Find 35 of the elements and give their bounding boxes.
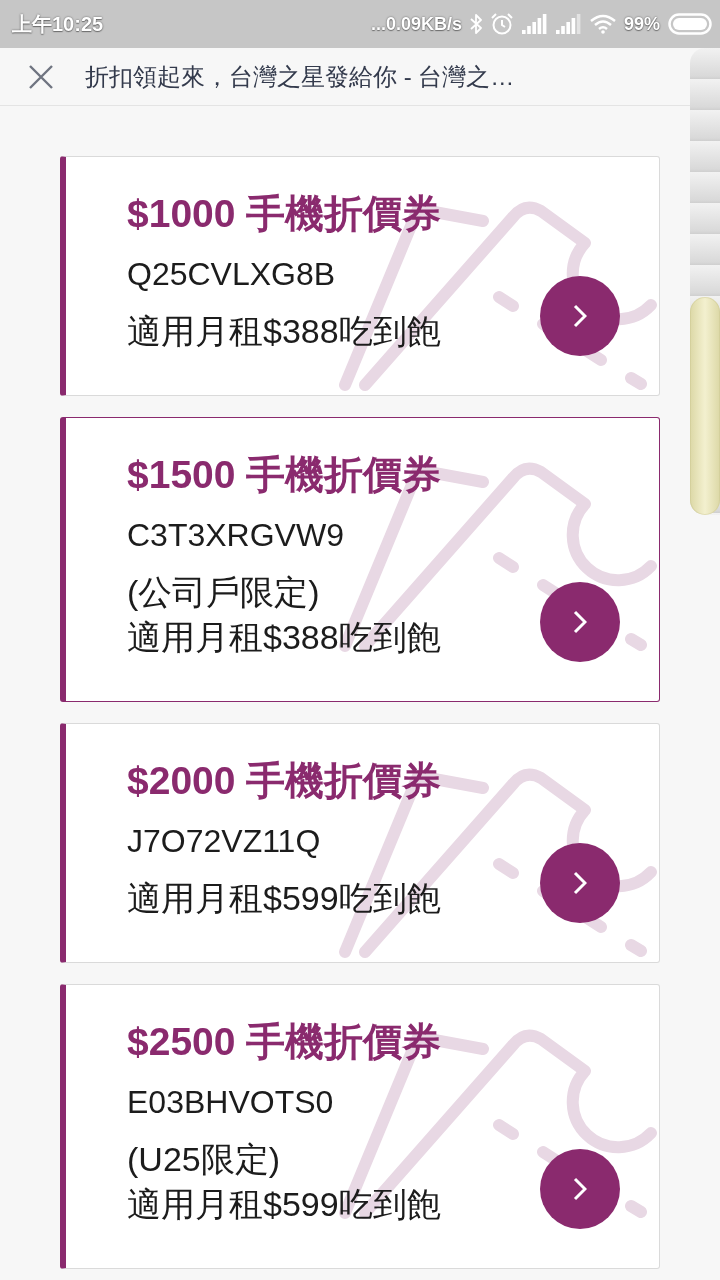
coupon-terms: 適用月租$599吃到飽 (127, 878, 442, 919)
network-speed: ...0.09KB/s (370, 13, 462, 35)
coupon-code: E03BHVOTS0 (127, 1083, 335, 1122)
scrollbar-thumb[interactable] (690, 297, 720, 515)
chevron-right-icon (573, 610, 587, 634)
coupon-terms: (公司戶限定) (127, 572, 321, 613)
coupon-terms: 適用月租$388吃到飽 (127, 617, 442, 658)
status-time: 上午10:25 (12, 11, 104, 37)
close-button[interactable] (28, 63, 54, 90)
chevron-right-icon (573, 871, 587, 895)
chevron-right-icon (573, 304, 587, 328)
coupon-title: $1500 手機折價券 (127, 452, 443, 498)
signal-icon (555, 14, 582, 34)
coupon-code: J7O72VZ11Q (127, 822, 322, 861)
bluetooth-icon (469, 13, 482, 35)
coupon-terms: (U25限定) (127, 1139, 282, 1180)
wifi-icon (589, 14, 616, 34)
coupon-title: $2500 手機折價券 (127, 1019, 443, 1065)
page-title: 折扣領起來，台灣之星發給你 - 台灣之… (85, 61, 515, 92)
coupon-card[interactable]: $2000 手機折價券 J7O72VZ11Q 適用月租$599吃到飽 (60, 723, 660, 963)
alarm-clock-icon (489, 12, 514, 36)
coupon-terms: 適用月租$388吃到飽 (127, 311, 442, 352)
coupon-code: Q25CVLXG8B (127, 255, 337, 294)
close-icon (29, 64, 53, 89)
coupon-card[interactable]: $1500 手機折價券 C3T3XRGVW9 (公司戶限定) 適用月租$388吃到飽 (60, 417, 660, 702)
coupon-title: $2000 手機折價券 (127, 758, 443, 804)
coupon-terms: 適用月租$599吃到飽 (127, 1184, 442, 1225)
signal-icon (521, 14, 548, 34)
battery-icon (668, 13, 712, 35)
coupon-title: $1000 手機折價券 (127, 191, 443, 237)
coupon-card[interactable]: $2500 手機折價券 E03BHVOTS0 (U25限定) 適用月租$599吃到飽 (60, 984, 660, 1269)
battery-percent: 99% (623, 13, 660, 35)
chevron-right-icon (573, 1177, 587, 1201)
coupon-card[interactable]: $1000 手機折價券 Q25CVLXG8B 適用月租$388吃到飽 (60, 156, 660, 396)
coupon-code: C3T3XRGVW9 (127, 516, 345, 555)
